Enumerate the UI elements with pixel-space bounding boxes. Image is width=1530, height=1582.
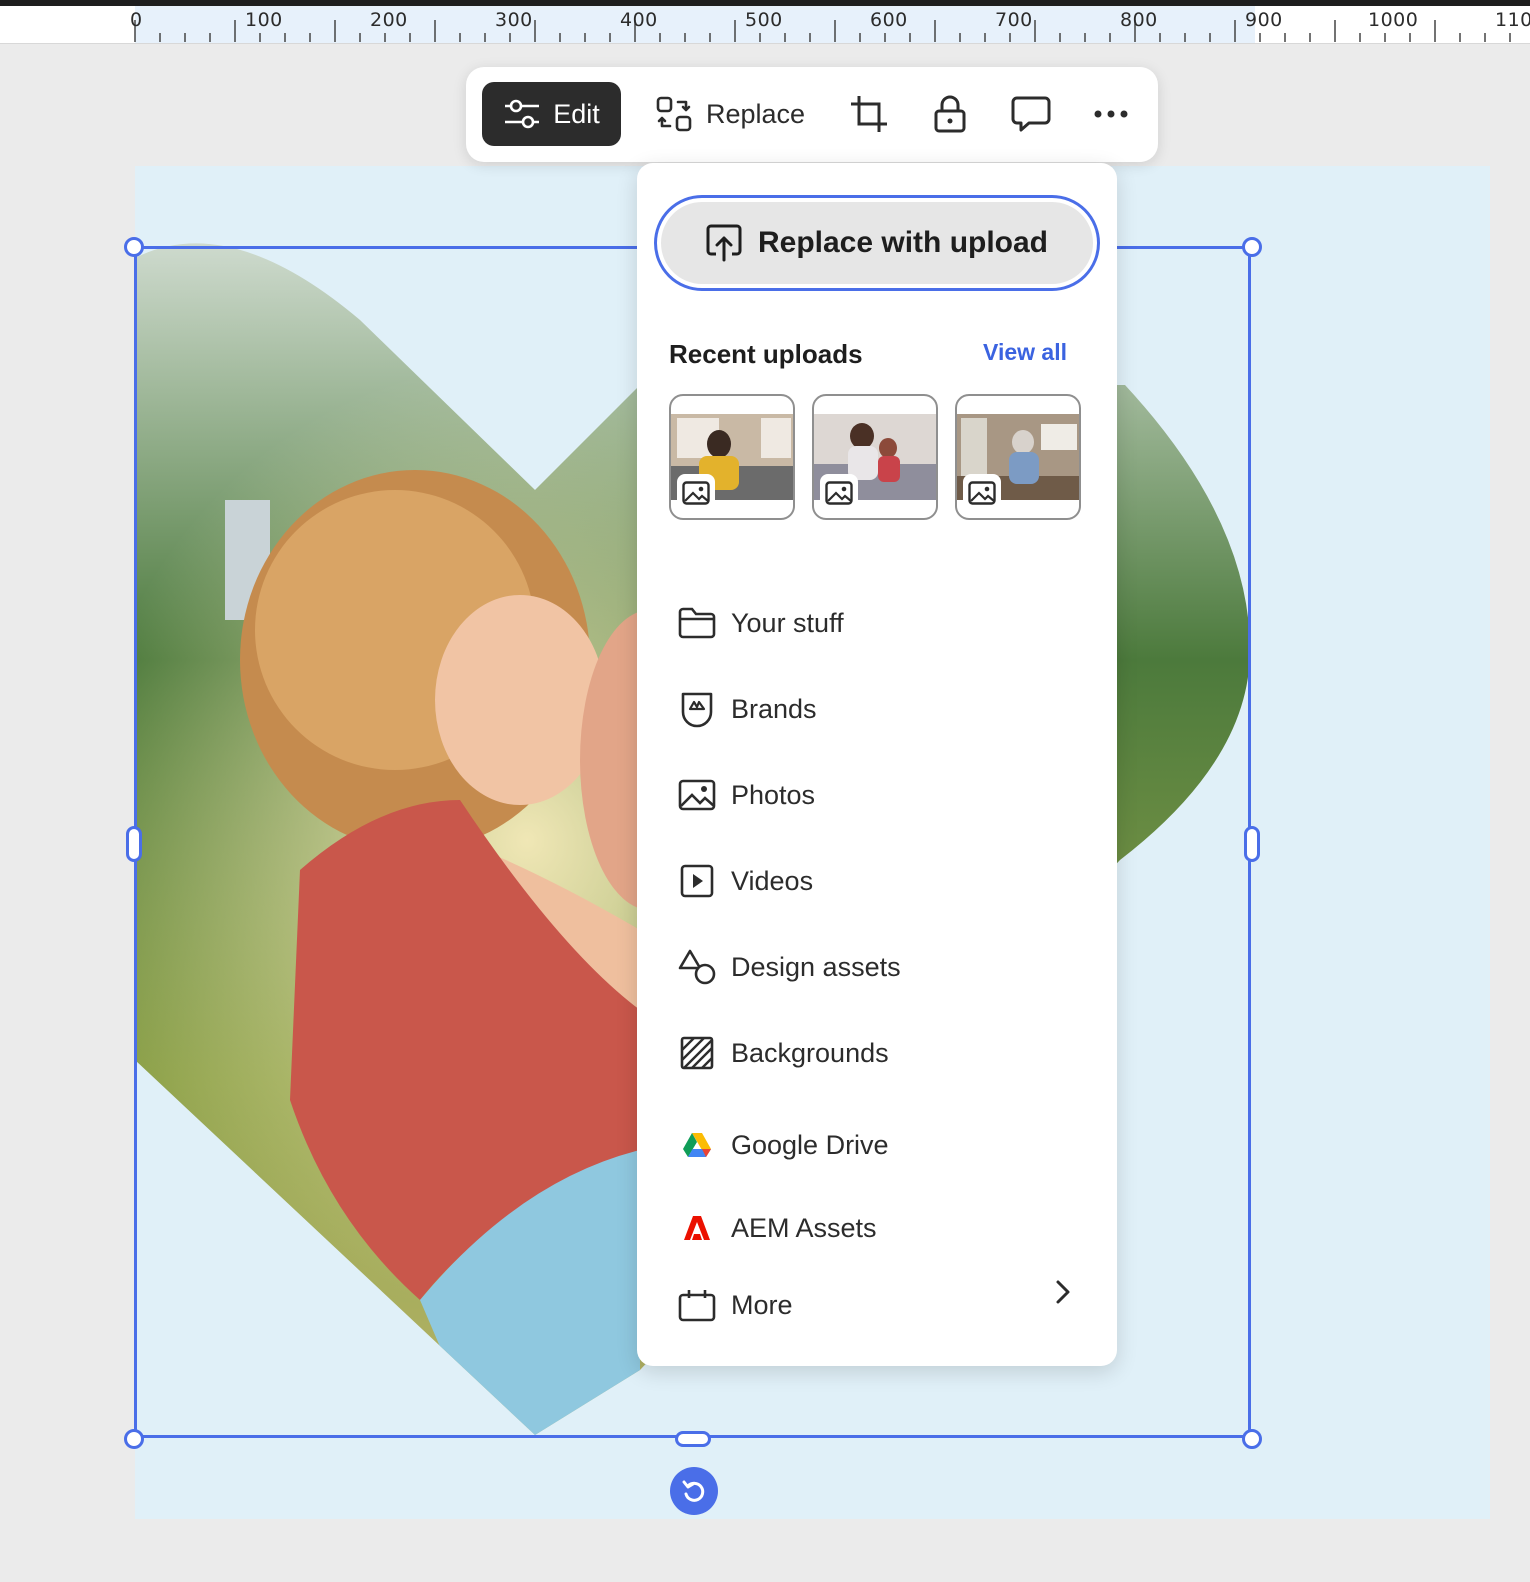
resize-handle-top-right[interactable] [1242, 237, 1262, 257]
lock-button[interactable] [927, 91, 973, 137]
crop-button[interactable] [846, 91, 892, 137]
menu-item-label: Photos [731, 779, 816, 810]
resize-handle-left[interactable] [126, 826, 142, 862]
menu-item-label: Design assets [731, 951, 901, 982]
image-icon [678, 779, 716, 811]
menu-item-aem-assets[interactable]: AEM Assets [677, 1203, 1097, 1253]
contextual-toolbar: Edit Replace [466, 67, 1158, 162]
folder-icon [678, 607, 716, 639]
menu-item-label: Brands [731, 693, 817, 724]
menu-item-label: Videos [731, 865, 814, 896]
recent-upload-thumbnail[interactable] [812, 394, 938, 520]
menu-item-label: More [731, 1289, 793, 1320]
edit-button-label: Edit [553, 98, 600, 129]
video-play-icon [680, 864, 714, 898]
replace-button[interactable]: Replace [656, 82, 805, 146]
rotate-button[interactable] [670, 1467, 718, 1515]
image-icon [825, 481, 853, 505]
menu-item-design-assets[interactable]: Design assets [677, 942, 1097, 992]
menu-item-your-stuff[interactable]: Your stuff [677, 598, 1097, 648]
google-drive-icon [683, 1133, 711, 1157]
image-type-badge [677, 474, 715, 512]
replace-swap-icon [656, 96, 692, 132]
more-horizontal-icon [1094, 110, 1128, 118]
resize-handle-bottom-right[interactable] [1242, 1429, 1262, 1449]
image-icon [682, 481, 710, 505]
menu-item-backgrounds[interactable]: Backgrounds [677, 1028, 1097, 1078]
menu-item-label: Backgrounds [731, 1037, 889, 1068]
lock-icon [934, 95, 966, 133]
resize-handle-right[interactable] [1244, 826, 1260, 862]
menu-item-label: Your stuff [731, 607, 844, 638]
hatched-square-icon [680, 1036, 714, 1070]
chevron-right-icon [1056, 1280, 1070, 1304]
comment-button[interactable] [1008, 91, 1054, 137]
menu-item-brands[interactable]: Brands [677, 684, 1097, 734]
recent-upload-thumbnail[interactable] [669, 394, 795, 520]
adobe-icon [684, 1216, 710, 1240]
upload-icon [706, 224, 742, 262]
brand-shield-icon [681, 692, 713, 728]
recent-upload-thumbnail[interactable] [955, 394, 1081, 520]
more-options-button[interactable] [1088, 91, 1134, 137]
crop-icon [851, 96, 887, 132]
comment-icon [1011, 96, 1051, 132]
menu-item-photos[interactable]: Photos [677, 770, 1097, 820]
shapes-icon [678, 949, 716, 985]
resize-handle-bottom-left[interactable] [124, 1429, 144, 1449]
menu-item-videos[interactable]: Videos [677, 856, 1097, 906]
rotate-icon [682, 1480, 705, 1502]
replace-with-upload-label: Replace with upload [757, 226, 1049, 259]
recent-uploads-title: Recent uploads [669, 339, 863, 369]
replace-menu: Replace with upload Recent uploads View … [637, 163, 1117, 1366]
edit-button[interactable]: Edit [482, 82, 621, 146]
image-icon [968, 481, 996, 505]
calendar-box-icon [678, 1290, 716, 1322]
menu-item-google-drive[interactable]: Google Drive [677, 1120, 1097, 1170]
view-all-link[interactable]: View all [983, 339, 1067, 366]
image-type-badge [963, 474, 1001, 512]
menu-item-label: Google Drive [731, 1129, 889, 1160]
replace-with-upload-button[interactable]: Replace with upload [654, 195, 1100, 291]
replace-button-label: Replace [706, 98, 806, 129]
image-type-badge [820, 474, 858, 512]
menu-item-label: AEM Assets [731, 1212, 877, 1243]
menu-item-more[interactable]: More [677, 1280, 1097, 1330]
resize-handle-bottom[interactable] [675, 1431, 711, 1447]
resize-handle-top-left[interactable] [124, 237, 144, 257]
adjust-sliders-icon [505, 99, 540, 129]
